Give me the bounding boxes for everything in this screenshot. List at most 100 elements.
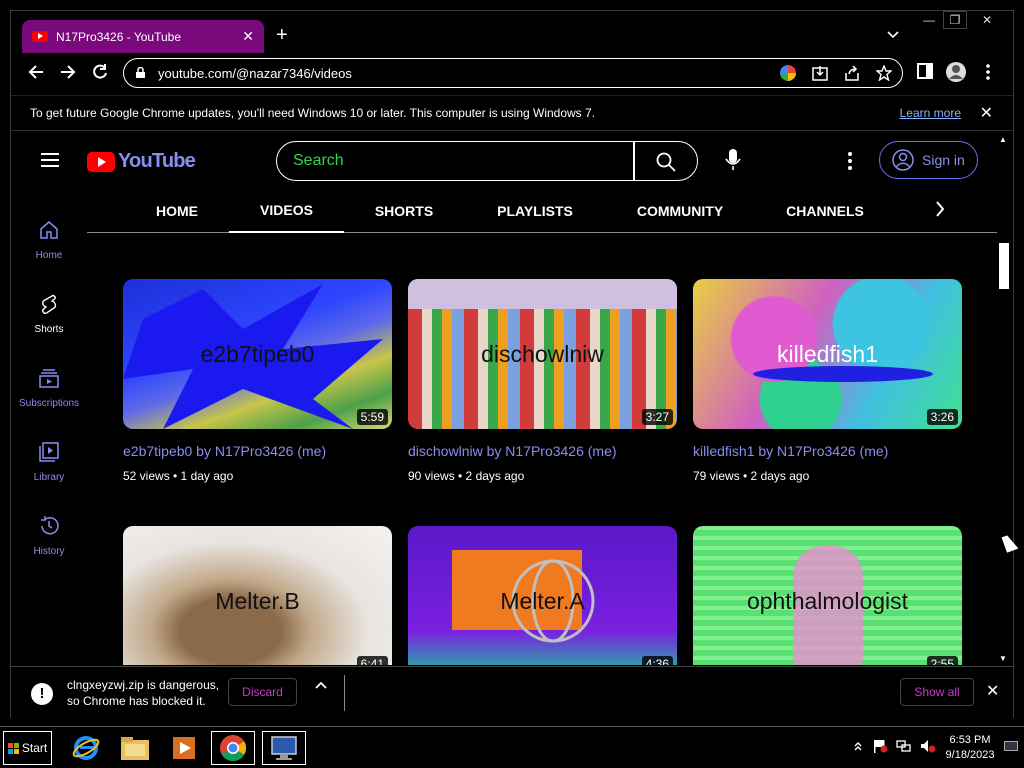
start-button[interactable]: Start xyxy=(3,731,52,765)
tab-close-icon[interactable]: ✕ xyxy=(242,28,254,45)
ie-logo-icon xyxy=(72,736,100,760)
video-title[interactable]: killedfish1 by N17Pro3426 (me) xyxy=(693,443,962,459)
video-duration: 6:41 xyxy=(356,656,388,665)
download-shelf-close-icon[interactable]: ✕ xyxy=(986,681,999,701)
tray-expand-icon[interactable] xyxy=(854,741,862,751)
media-player-icon[interactable] xyxy=(162,731,206,765)
google-lens-icon[interactable] xyxy=(780,65,796,81)
show-all-button[interactable]: Show all xyxy=(900,678,974,706)
tab-search-chevron-icon[interactable] xyxy=(887,31,899,39)
subscriptions-icon xyxy=(39,369,59,388)
windows-taskbar: Start 6:53 PM 9/18/2023 xyxy=(0,726,1024,768)
chrome-taskbar-icon[interactable] xyxy=(211,731,255,765)
desktop-screen: N17Pro3426 - YouTube ✕ + — ❐ ✕ youtube.c… xyxy=(0,0,1024,768)
guide-menu-icon[interactable] xyxy=(41,153,59,167)
guide-item-home[interactable]: Home xyxy=(13,219,85,261)
taskbar-clock[interactable]: 6:53 PM 9/18/2023 xyxy=(940,733,1000,763)
reload-icon[interactable] xyxy=(91,63,109,81)
shorts-icon xyxy=(42,294,57,315)
page-scrollbar[interactable]: ▲ ▼ xyxy=(997,133,1009,665)
youtube-logo[interactable]: YouTube xyxy=(87,150,196,173)
start-label: Start xyxy=(21,741,48,755)
video-item[interactable]: e2b7tipeb0 5:59 e2b7tipeb0 by N17Pro3426… xyxy=(123,279,392,483)
tab-videos[interactable]: VIDEOS xyxy=(229,189,344,233)
video-item[interactable]: Melter.B 6:41 xyxy=(123,526,392,665)
search-input[interactable]: Search xyxy=(276,141,634,181)
forward-arrow-icon[interactable] xyxy=(59,63,77,81)
address-bar[interactable]: youtube.com/@nazar7346/videos xyxy=(123,58,903,88)
youtube-favicon-icon xyxy=(32,31,48,42)
back-arrow-icon[interactable] xyxy=(27,63,45,81)
thumbnail-text: Melter.B xyxy=(215,587,300,614)
window-close-button[interactable]: ✕ xyxy=(969,11,1005,29)
video-title[interactable]: e2b7tipeb0 by N17Pro3426 (me) xyxy=(123,443,392,459)
profile-avatar-icon[interactable] xyxy=(945,61,967,83)
show-desktop-button[interactable] xyxy=(1004,741,1018,751)
infobar-close-button[interactable]: ✕ xyxy=(980,103,993,123)
page-viewport: YouTube Search Sign in Home Shorts Subsc… xyxy=(13,133,1013,665)
channel-tabs: HOME VIDEOS SHORTS PLAYLISTS COMMUNITY C… xyxy=(87,189,997,233)
bookmark-star-icon[interactable] xyxy=(876,65,892,81)
chrome-menu-icon[interactable] xyxy=(985,63,991,81)
sign-in-button[interactable]: Sign in xyxy=(879,141,978,179)
network-icon[interactable] xyxy=(896,739,912,753)
discard-button[interactable]: Discard xyxy=(228,678,297,706)
tab-home[interactable]: HOME xyxy=(119,189,235,233)
video-thumbnail[interactable]: killedfish1 3:26 xyxy=(693,279,962,429)
tab-shorts[interactable]: SHORTS xyxy=(349,189,459,233)
thumbnail-text: killedfish1 xyxy=(777,340,878,367)
video-meta: 52 views • 1 day ago xyxy=(123,469,234,483)
guide-item-subscriptions[interactable]: Subscriptions xyxy=(13,367,85,409)
tab-title: N17Pro3426 - YouTube xyxy=(56,29,181,44)
action-center-flag-icon[interactable] xyxy=(872,739,888,753)
file-explorer-icon[interactable] xyxy=(113,731,157,765)
url-text[interactable]: youtube.com/@nazar7346/videos xyxy=(158,66,352,81)
internet-explorer-icon[interactable] xyxy=(64,731,108,765)
video-thumbnail[interactable]: dischowlniw 3:27 xyxy=(408,279,677,429)
video-thumbnail[interactable]: Melter.A 4:36 xyxy=(408,526,677,665)
scroll-up-arrow-icon[interactable]: ▲ xyxy=(999,135,1007,144)
scrollbar-thumb[interactable] xyxy=(999,243,1009,289)
video-item[interactable]: ophthalmologist 2:55 xyxy=(693,526,962,665)
video-thumbnail[interactable]: e2b7tipeb0 5:59 xyxy=(123,279,392,429)
thumbnail-text: Melter.A xyxy=(500,587,585,614)
volume-muted-icon[interactable] xyxy=(920,739,936,753)
chrome-logo-icon xyxy=(220,735,247,762)
new-tab-button[interactable]: + xyxy=(276,25,288,45)
guide-item-library[interactable]: Library xyxy=(13,441,85,483)
scroll-down-arrow-icon[interactable]: ▼ xyxy=(999,654,1007,663)
remote-desktop-icon[interactable] xyxy=(262,731,306,765)
browser-tab[interactable]: N17Pro3426 - YouTube ✕ xyxy=(22,20,264,53)
settings-kebab-icon[interactable] xyxy=(848,152,852,170)
minimize-button[interactable]: — xyxy=(917,11,941,29)
video-item[interactable]: dischowlniw 3:27 dischowlniw by N17Pro34… xyxy=(408,279,677,483)
title-bar: N17Pro3426 - YouTube ✕ + — ❐ ✕ xyxy=(11,11,1013,53)
lock-icon[interactable] xyxy=(136,67,145,78)
tab-playlists[interactable]: PLAYLISTS xyxy=(475,189,595,233)
tabs-next-chevron-icon[interactable] xyxy=(935,201,945,217)
thumbnail-text: dischowlniw xyxy=(481,340,604,367)
video-thumbnail[interactable]: Melter.B 6:41 xyxy=(123,526,392,665)
video-item[interactable]: Melter.A 4:36 xyxy=(408,526,677,665)
video-title[interactable]: dischowlniw by N17Pro3426 (me) xyxy=(408,443,677,459)
video-duration: 3:27 xyxy=(641,409,673,425)
video-item[interactable]: killedfish1 3:26 killedfish1 by N17Pro34… xyxy=(693,279,962,483)
microphone-icon[interactable] xyxy=(725,149,741,171)
guide-item-history[interactable]: History xyxy=(13,515,85,557)
video-thumbnail[interactable]: ophthalmologist 2:55 xyxy=(693,526,962,665)
install-app-icon[interactable] xyxy=(812,65,828,81)
download-warning-line2: so Chrome has blocked it. xyxy=(67,694,206,708)
tab-channels[interactable]: CHANNELS xyxy=(765,189,885,233)
clock-date: 9/18/2023 xyxy=(945,749,995,761)
search-placeholder: Search xyxy=(293,152,344,169)
learn-more-link[interactable]: Learn more xyxy=(900,106,961,120)
guide-label-shorts: Shorts xyxy=(34,324,64,335)
side-panel-icon[interactable] xyxy=(917,63,933,79)
share-icon[interactable] xyxy=(844,65,860,81)
maximize-button[interactable]: ❐ xyxy=(943,11,967,29)
tab-community[interactable]: COMMUNITY xyxy=(615,189,745,233)
chevron-up-icon[interactable] xyxy=(315,681,327,689)
guide-item-shorts[interactable]: Shorts xyxy=(13,293,85,335)
search-button[interactable] xyxy=(634,141,698,181)
guide-label-library: Library xyxy=(33,472,65,483)
